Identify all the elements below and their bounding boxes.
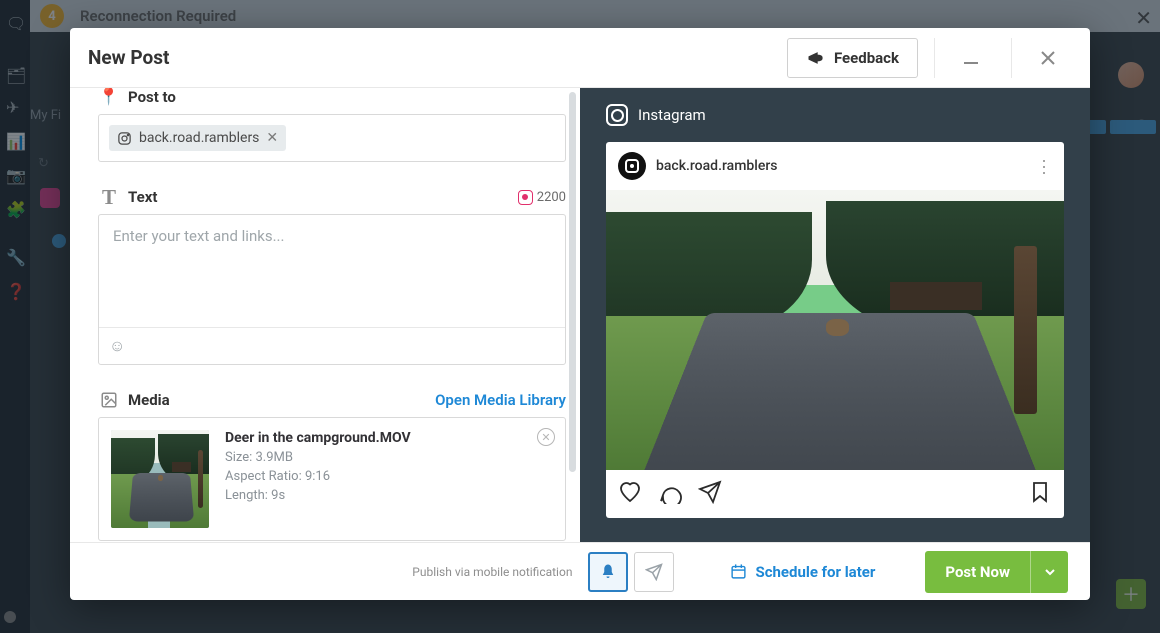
section-text: T Text 2200 Enter your text and links...… — [98, 180, 566, 365]
profiles-box[interactable]: back.road.ramblers ✕ — [98, 114, 566, 162]
new-post-modal: New Post Feedback 📍 Post to Clear profil… — [70, 28, 1090, 600]
megaphone-icon — [806, 49, 826, 67]
postto-label: Post to — [128, 88, 476, 106]
preview-username: back.road.ramblers — [656, 158, 1025, 174]
media-header: Media Open Media Library — [98, 383, 566, 417]
media-size: Size: 3.9MB — [225, 450, 411, 465]
more-icon[interactable]: ⋯ — [1033, 158, 1054, 175]
compose-panel: 📍 Post to Clear profiles back.road.rambl… — [70, 88, 580, 542]
divider — [1011, 38, 1012, 78]
text-icon: T — [98, 185, 120, 210]
modal-footer: Publish via mobile notification Schedule… — [70, 542, 1090, 600]
divider — [934, 38, 935, 78]
chip-remove-icon[interactable]: ✕ — [266, 130, 278, 146]
image-icon — [98, 391, 120, 409]
section-postto: 📍 Post to Clear profiles back.road.rambl… — [98, 88, 566, 162]
modal-header: New Post Feedback — [70, 28, 1090, 88]
share-icon[interactable] — [698, 480, 722, 504]
compose-scroll[interactable]: 📍 Post to Clear profiles back.road.rambl… — [70, 88, 580, 542]
comment-icon[interactable] — [658, 480, 682, 504]
preview-actions — [606, 470, 1064, 518]
char-count: 2200 — [537, 190, 566, 205]
publish-mode-toggle — [588, 552, 674, 592]
feedback-label: Feedback — [834, 49, 899, 67]
preview-network-header: Instagram — [606, 100, 1064, 130]
media-attachment: Deer in the campground.MOV Size: 3.9MB A… — [98, 417, 566, 541]
minimize-icon — [963, 50, 979, 66]
preview-panel: Instagram back.road.ramblers ⋯ — [580, 88, 1090, 542]
post-now-group: Post Now — [925, 551, 1068, 593]
profile-chip-label: back.road.ramblers — [139, 130, 259, 146]
caption-input[interactable]: Enter your text and links... — [99, 215, 565, 327]
preview-card-header: back.road.ramblers ⋯ — [606, 142, 1064, 190]
caption-placeholder: Enter your text and links... — [113, 227, 284, 245]
media-ratio: Aspect Ratio: 9:16 — [225, 469, 411, 484]
bell-icon — [599, 563, 617, 581]
text-label: Text — [128, 188, 518, 206]
close-button[interactable] — [1024, 34, 1072, 82]
text-header: T Text 2200 — [98, 180, 566, 214]
modal-body: 📍 Post to Clear profiles back.road.rambl… — [70, 88, 1090, 542]
minimize-button[interactable] — [947, 34, 995, 82]
publish-mode-notification[interactable] — [588, 552, 628, 592]
media-label: Media — [128, 391, 435, 409]
preview-network-label: Instagram — [638, 106, 706, 124]
section-media: Media Open Media Library Deer in — [98, 383, 566, 541]
publish-mode-label: Publish via mobile notification — [412, 565, 572, 579]
instagram-icon — [117, 131, 132, 146]
preview-card: back.road.ramblers ⋯ — [606, 142, 1064, 518]
schedule-label: Schedule for later — [755, 563, 875, 581]
emoji-picker-button[interactable]: ☺ — [109, 336, 125, 355]
feedback-button[interactable]: Feedback — [787, 38, 918, 78]
modal-title: New Post — [88, 46, 787, 69]
media-length: Length: 9s — [225, 488, 411, 503]
preview-media — [606, 190, 1064, 470]
heart-icon[interactable] — [618, 480, 642, 504]
open-media-library-link[interactable]: Open Media Library — [435, 391, 566, 409]
bookmark-icon[interactable] — [1028, 480, 1052, 504]
publish-mode-direct[interactable] — [634, 552, 674, 592]
post-now-label: Post Now — [945, 563, 1010, 581]
text-box: Enter your text and links... ☺ — [98, 214, 566, 365]
close-icon — [1040, 50, 1056, 66]
instagram-icon — [518, 190, 533, 205]
preview-avatar — [618, 152, 646, 180]
char-count-badge: 2200 — [518, 190, 566, 205]
calendar-icon — [730, 563, 747, 580]
media-filename: Deer in the campground.MOV — [225, 430, 411, 446]
media-info: Deer in the campground.MOV Size: 3.9MB A… — [225, 430, 411, 528]
schedule-button[interactable]: Schedule for later — [730, 563, 875, 581]
post-now-dropdown[interactable] — [1030, 551, 1068, 593]
postto-header: 📍 Post to Clear profiles — [98, 88, 566, 114]
chevron-down-icon — [1044, 566, 1056, 578]
text-footer: ☺ — [99, 327, 565, 364]
pin-icon: 📍 — [98, 88, 120, 107]
post-now-button[interactable]: Post Now — [925, 551, 1030, 593]
instagram-icon — [606, 104, 628, 126]
profile-chip[interactable]: back.road.ramblers ✕ — [109, 125, 286, 151]
media-thumbnail[interactable] — [111, 430, 209, 528]
remove-media-button[interactable]: ✕ — [537, 428, 555, 446]
compose-scrollbar[interactable] — [569, 92, 576, 472]
send-icon — [645, 563, 663, 581]
